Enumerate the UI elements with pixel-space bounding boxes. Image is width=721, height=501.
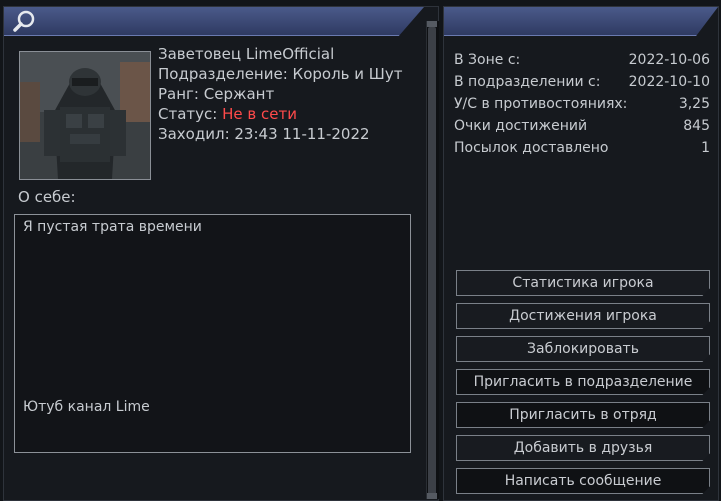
- send-message-button[interactable]: Написать сообщение: [456, 468, 710, 494]
- stat-label: В Зоне с:: [454, 52, 521, 68]
- stat-label: Очки достижений: [454, 118, 588, 134]
- profile-panel: Заветовец LimeOfficial Подразделение: Ко…: [3, 6, 439, 501]
- scroll-down-arrow[interactable]: [427, 493, 437, 499]
- stat-label: В подразделении с:: [454, 74, 601, 90]
- stat-value: 3,25: [678, 96, 710, 112]
- status-badge: Не в сети: [222, 105, 297, 123]
- invite-to-division-button[interactable]: Пригласить в подразделение: [456, 369, 710, 395]
- profile-rank: Ранг: Сержант: [158, 85, 275, 103]
- avatar: [19, 51, 151, 180]
- profile-last-seen: Заходил: 23:43 11-11-2022: [158, 125, 370, 143]
- block-button[interactable]: Заблокировать: [456, 336, 710, 362]
- stat-value: 1: [701, 140, 710, 156]
- stat-row: В Зоне с: 2022-10-06: [454, 49, 710, 71]
- profile-header: [4, 7, 424, 36]
- profile-name: Заветовец LimeOfficial: [158, 45, 335, 63]
- stat-row: Очки достижений 845: [454, 115, 710, 137]
- stats-header: [444, 7, 718, 36]
- stat-value: 2022-10-06: [628, 52, 710, 68]
- search-icon[interactable]: [12, 9, 38, 33]
- status-label: Статус:: [158, 105, 223, 123]
- profile-info: Заветовец LimeOfficial Подразделение: Ко…: [158, 44, 402, 144]
- stat-label: У/С в противостояниях:: [454, 96, 628, 112]
- stat-label: Посылок доставлено: [454, 140, 609, 156]
- stat-value: 2022-10-10: [628, 74, 710, 90]
- player-achievements-button[interactable]: Достижения игрока: [456, 303, 710, 329]
- add-friend-button[interactable]: Добавить в друзья: [456, 435, 710, 461]
- stat-row: У/С в противостояниях: 3,25: [454, 93, 710, 115]
- player-stats-button[interactable]: Статистика игрока: [456, 270, 710, 296]
- profile-status: Статус: Не в сети: [158, 104, 402, 124]
- stat-value: 845: [683, 118, 710, 134]
- about-label: О себе:: [18, 188, 76, 206]
- invite-to-squad-button[interactable]: Пригласить в отряд: [456, 402, 710, 428]
- stat-row: В подразделении с: 2022-10-10: [454, 71, 710, 93]
- stat-row: Посылок доставлено 1: [454, 137, 710, 159]
- about-box: Я пустая трата времени Ютуб канал Lime: [14, 214, 411, 453]
- scrollbar-thumb[interactable]: [428, 27, 436, 495]
- stats-panel: В Зоне с: 2022-10-06 В подразделении с: 20…: [443, 6, 719, 501]
- profile-division: Подразделение: Король и Шут: [158, 65, 403, 83]
- about-link: Ютуб канал Lime: [23, 399, 150, 415]
- about-text: Я пустая трата времени: [23, 219, 202, 235]
- stats-list: В Зоне с: 2022-10-06 В подразделении с: 20…: [454, 49, 710, 159]
